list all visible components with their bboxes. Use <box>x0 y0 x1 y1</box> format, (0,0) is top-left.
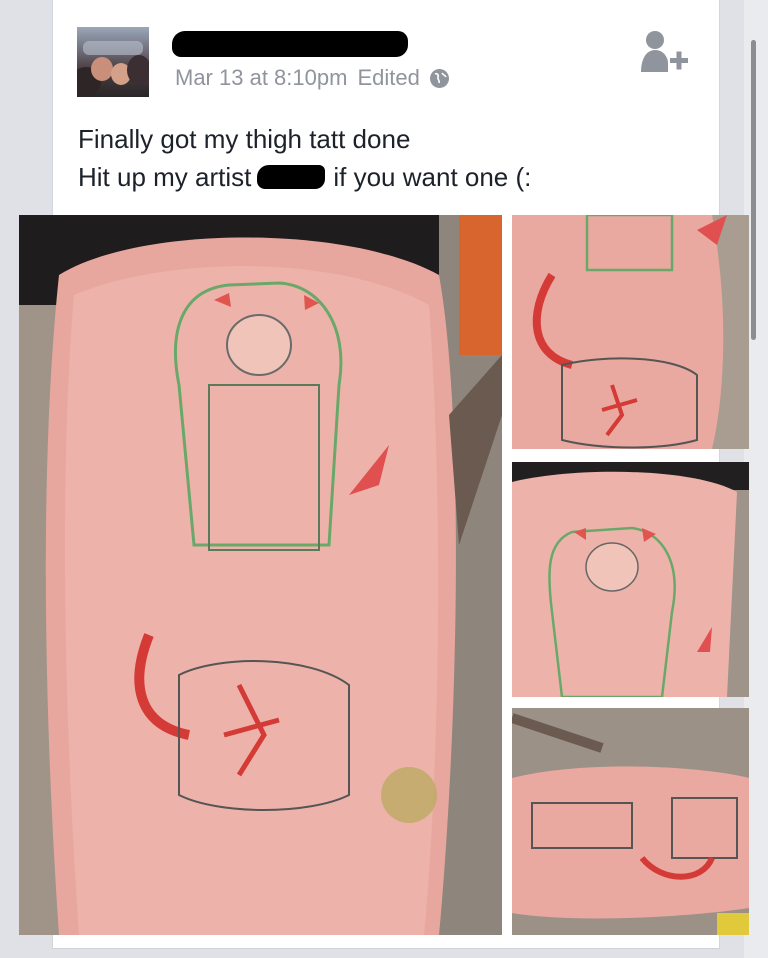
thumbnail-photo-2[interactable] <box>512 462 749 697</box>
post-meta: Mar 13 at 8:10pm Edited <box>175 64 449 92</box>
name-redaction <box>172 31 408 57</box>
post-text-line-1: Finally got my thigh tatt done <box>78 124 411 154</box>
main-photo[interactable] <box>19 215 502 935</box>
thumbnail-photo-3[interactable] <box>512 708 749 935</box>
post-text-line-2-start: Hit up my artist <box>78 162 252 192</box>
post-timestamp[interactable]: Mar 13 at 8:10pm <box>175 65 347 91</box>
add-friend-icon[interactable] <box>637 28 693 80</box>
globe-icon[interactable] <box>429 68 449 88</box>
avatar[interactable] <box>77 27 149 97</box>
artist-redaction <box>257 165 326 189</box>
thumbnail-photo-1[interactable] <box>512 215 749 449</box>
scrollbar[interactable] <box>751 40 756 340</box>
post-text-line-2: Hit up my artist if you want one (: <box>78 158 531 196</box>
post-text: Finally got my thigh tatt done Hit up my… <box>78 120 531 196</box>
edited-label[interactable]: Edited <box>357 65 419 91</box>
post-text-line-2-end: if you want one (: <box>333 162 532 192</box>
